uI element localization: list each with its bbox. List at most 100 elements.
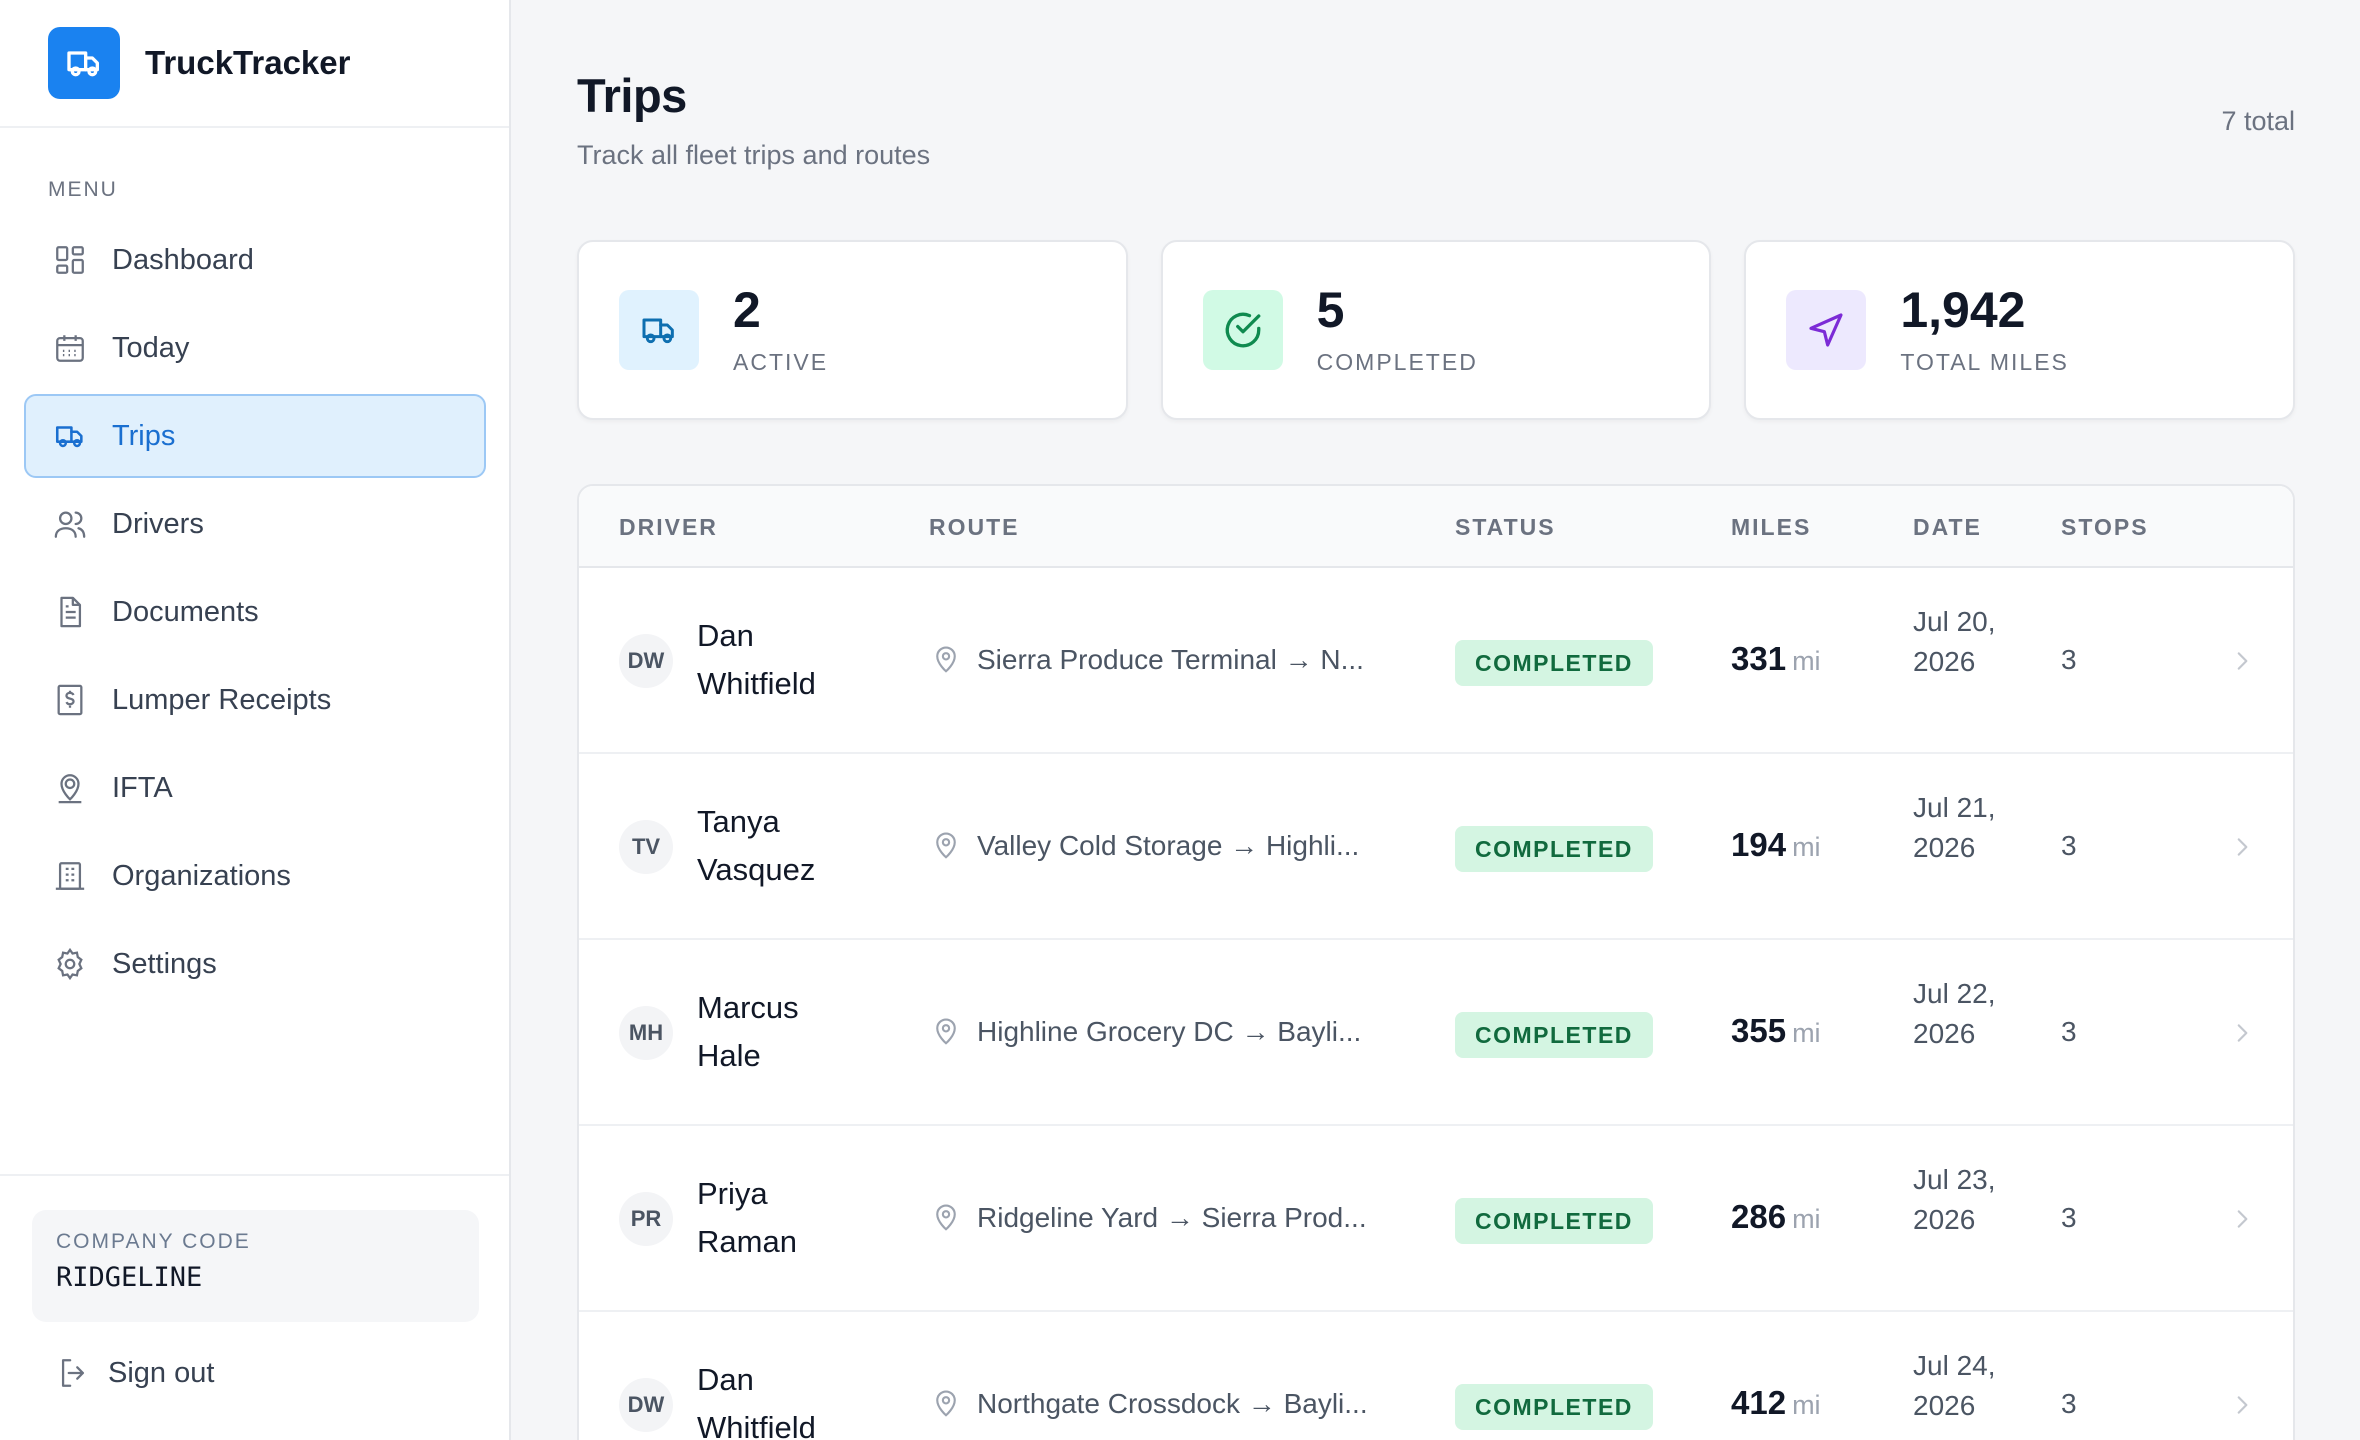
stat-card-active: 2 ACTIVE	[577, 240, 1128, 420]
miles-value: 355	[1731, 1012, 1787, 1049]
stats-row: 2 ACTIVE 5 COMPLETED 1,942 TOTAL MILES	[577, 240, 2296, 420]
date-cell: Jul 24, 2026	[1913, 1350, 1996, 1421]
miles-cell: 355 mi	[1731, 1012, 1821, 1050]
miles-cell: 331 mi	[1731, 640, 1821, 678]
map-pin-icon	[931, 645, 961, 675]
sign-out-icon	[56, 1356, 90, 1390]
driver-name: Marcus Hale	[697, 990, 799, 1073]
navigation-icon	[1786, 290, 1867, 370]
miles-value: 286	[1731, 1198, 1787, 1235]
sign-out-button[interactable]: Sign out	[56, 1356, 214, 1390]
sidebar-item-trips[interactable]: Trips	[24, 394, 486, 478]
column-header-driver[interactable]: DRIVER	[619, 514, 718, 541]
avatar: TV	[619, 820, 673, 874]
truck-icon	[52, 418, 88, 454]
status-badge: COMPLETED	[1455, 826, 1653, 872]
avatar: PR	[619, 1192, 673, 1246]
map-pin-icon	[931, 831, 961, 861]
sidebar-item-label: Documents	[112, 595, 259, 628]
miles-unit: mi	[1792, 1390, 1821, 1420]
sidebar-item-settings[interactable]: Settings	[24, 922, 486, 1006]
driver-name: Tanya Vasquez	[697, 804, 816, 887]
miles-value: 331	[1731, 640, 1787, 677]
chevron-right-icon[interactable]	[2229, 1020, 2255, 1046]
route-cell: Ridgeline Yard → Sierra Prod...	[931, 1202, 1367, 1234]
check-circle-icon	[1202, 290, 1283, 370]
company-code-label: COMPANY CODE	[56, 1230, 251, 1253]
table-row[interactable]: DW Dan Whitfield Northgate Crossdock → B…	[579, 1312, 2293, 1440]
table-row[interactable]: MH Marcus Hale Highline Grocery DC → Bay…	[579, 940, 2293, 1126]
miles-unit: mi	[1792, 1018, 1821, 1048]
stops-cell: 3	[2061, 1388, 2077, 1419]
sign-out-label: Sign out	[108, 1356, 215, 1389]
stat-label: COMPLETED	[1316, 348, 1478, 375]
miles-value: 194	[1731, 826, 1787, 863]
sidebar-item-label: Dashboard	[112, 243, 254, 276]
driver-name: Dan Whitfield	[697, 618, 816, 701]
route-text: Valley Cold Storage → Highli...	[977, 830, 1360, 861]
gear-icon	[52, 946, 88, 982]
stops-cell: 3	[2061, 1016, 2077, 1047]
status-badge: COMPLETED	[1455, 640, 1653, 686]
stops-cell: 3	[2061, 644, 2077, 675]
chevron-right-icon[interactable]	[2229, 834, 2255, 860]
sidebar-item-label: Organizations	[112, 859, 291, 892]
avatar: DW	[619, 634, 673, 688]
sidebar: TruckTracker MENU Dashboard Today Trips …	[0, 0, 511, 1440]
receipt-icon	[52, 682, 88, 718]
route-text: Sierra Produce Terminal → N...	[977, 644, 1364, 675]
sidebar-item-drivers[interactable]: Drivers	[24, 482, 486, 566]
date-cell: Jul 22, 2026	[1913, 978, 1996, 1049]
page-title: Trips	[577, 69, 687, 122]
company-code-card: COMPANY CODE RIDGELINE	[32, 1210, 479, 1322]
column-header-miles[interactable]: MILES	[1731, 514, 1811, 541]
company-code-value: RIDGELINE	[56, 1262, 203, 1293]
sidebar-item-dashboard[interactable]: Dashboard	[24, 218, 486, 302]
date-cell: Jul 21, 2026	[1913, 792, 1996, 863]
column-header-route[interactable]: ROUTE	[929, 514, 1020, 541]
sidebar-item-label: Drivers	[112, 507, 204, 540]
route-cell: Valley Cold Storage → Highli...	[931, 830, 1359, 862]
table-row[interactable]: DW Dan Whitfield Sierra Produce Terminal…	[579, 568, 2293, 754]
miles-cell: 194 mi	[1731, 826, 1821, 864]
avatar: DW	[619, 1378, 673, 1432]
menu-label: MENU	[48, 178, 118, 201]
map-pin-icon	[931, 1389, 961, 1419]
table-header: DRIVER ROUTE STATUS MILES DATE STOPS	[579, 486, 2293, 568]
table-row[interactable]: TV Tanya Vasquez Valley Cold Storage → H…	[579, 754, 2293, 940]
miles-cell: 412 mi	[1731, 1384, 1821, 1422]
grid-icon	[52, 242, 88, 278]
sidebar-item-ifta[interactable]: IFTA	[24, 746, 486, 830]
brand[interactable]: TruckTracker	[0, 0, 509, 128]
stat-value: 2	[733, 281, 761, 338]
avatar: MH	[619, 1006, 673, 1060]
column-header-stops[interactable]: STOPS	[2061, 514, 2149, 541]
column-header-date[interactable]: DATE	[1913, 514, 1982, 541]
miles-cell: 286 mi	[1731, 1198, 1821, 1236]
sidebar-footer: COMPANY CODE RIDGELINE Sign out	[0, 1174, 509, 1440]
sidebar-item-label: Settings	[112, 947, 217, 980]
sidebar-item-label: IFTA	[112, 771, 173, 804]
sidebar-item-label: Lumper Receipts	[112, 683, 332, 716]
chevron-right-icon[interactable]	[2229, 648, 2255, 674]
chevron-right-icon[interactable]	[2229, 1206, 2255, 1232]
stat-card-completed: 5 COMPLETED	[1160, 240, 1712, 420]
stops-cell: 3	[2061, 1202, 2077, 1233]
sidebar-nav: Dashboard Today Trips Drivers Documents …	[24, 218, 486, 1010]
trips-table: DRIVER ROUTE STATUS MILES DATE STOPS DW …	[577, 484, 2295, 1440]
route-text: Ridgeline Yard → Sierra Prod...	[977, 1202, 1367, 1233]
sidebar-item-documents[interactable]: Documents	[24, 570, 486, 654]
chevron-right-icon[interactable]	[2229, 1392, 2255, 1418]
sidebar-item-today[interactable]: Today	[24, 306, 486, 390]
table-row[interactable]: PR Priya Raman Ridgeline Yard → Sierra P…	[579, 1126, 2293, 1312]
map-pin-icon	[931, 1017, 961, 1047]
stat-card-total-miles: 1,942 TOTAL MILES	[1744, 240, 2296, 420]
total-count: 7 total	[2221, 106, 2295, 136]
sidebar-item-label: Trips	[112, 419, 176, 452]
column-header-status[interactable]: STATUS	[1455, 514, 1556, 541]
status-badge: COMPLETED	[1455, 1012, 1653, 1058]
status-badge: COMPLETED	[1455, 1198, 1653, 1244]
sidebar-item-lumper-receipts[interactable]: Lumper Receipts	[24, 658, 486, 742]
sidebar-item-organizations[interactable]: Organizations	[24, 834, 486, 918]
miles-unit: mi	[1792, 832, 1821, 862]
